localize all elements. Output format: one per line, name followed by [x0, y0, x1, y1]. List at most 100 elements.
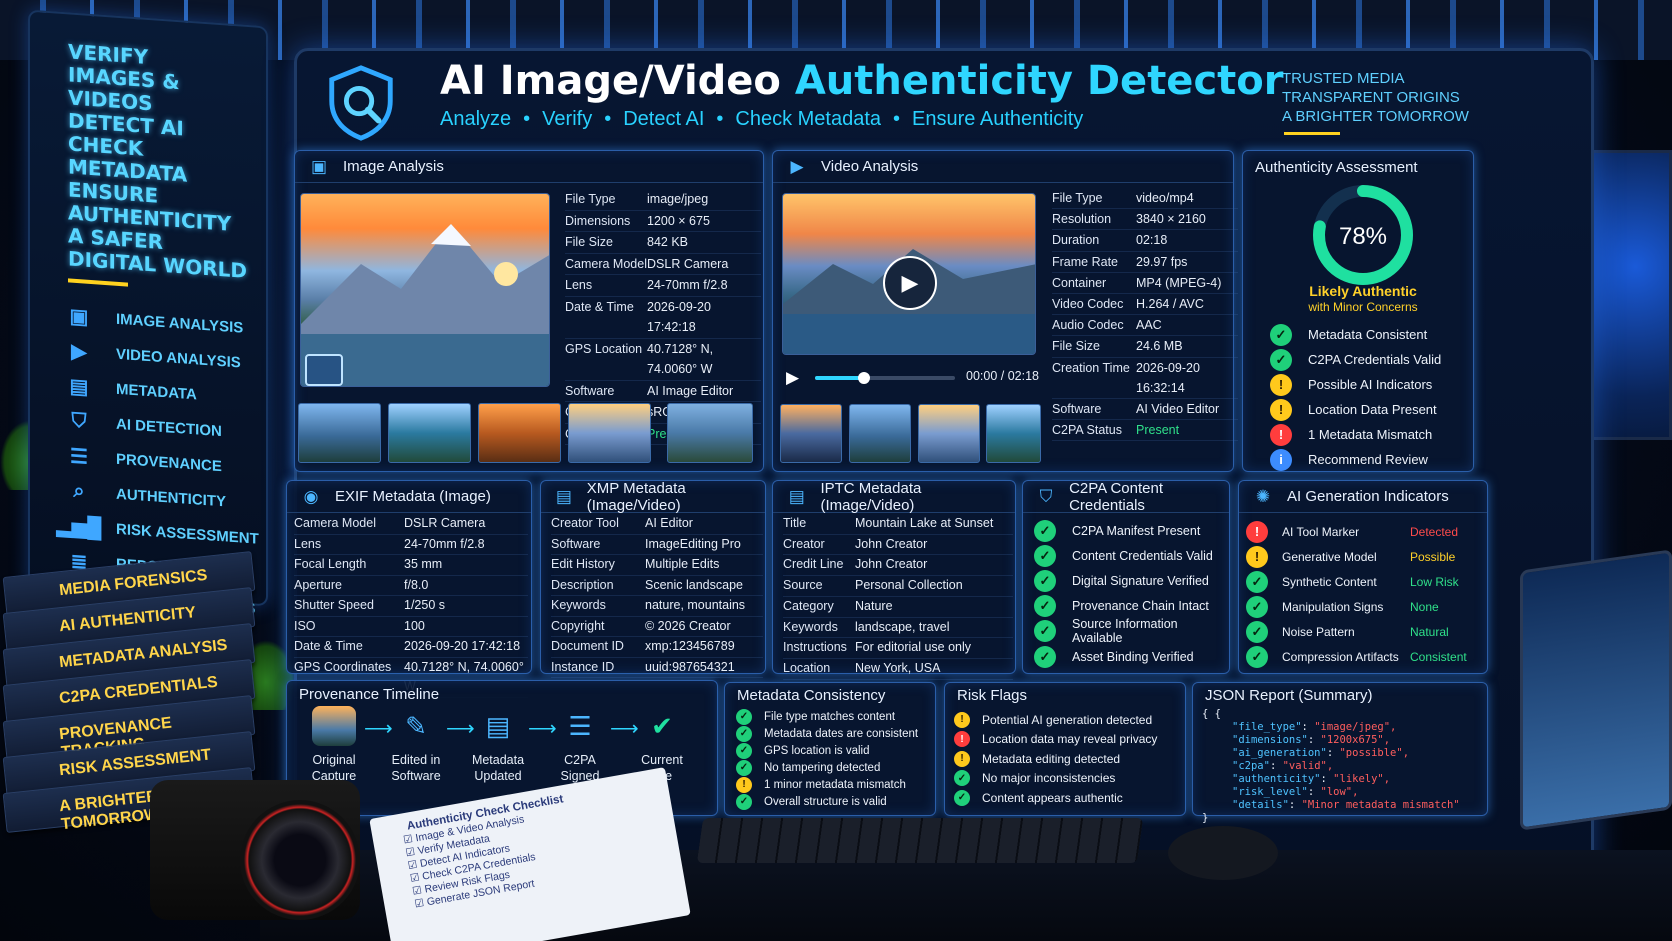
database-icon: ☰: [568, 711, 592, 741]
video-play-control-icon[interactable]: ▶: [786, 368, 799, 388]
property-row: Video Codec H.264 / AVC: [1052, 294, 1238, 316]
play-icon: ▶: [71, 340, 87, 364]
property-key: ISO: [294, 618, 316, 633]
property-key: Instructions: [783, 640, 847, 655]
check-label: Metadata editing detected: [982, 751, 1121, 766]
property-row: Lens 24-70mm f/2.8: [565, 275, 761, 297]
json-value: "Minor metadata mismatch": [1301, 799, 1460, 811]
check-icon: ✓: [1246, 570, 1268, 593]
info-icon: i: [1270, 448, 1292, 471]
image-thumbnail[interactable]: [388, 403, 471, 463]
xmp-list: Creator Tool AI Editor Software ImageEditin…: [551, 514, 763, 678]
subtitle-word: Ensure Authenticity: [912, 108, 1084, 130]
check-icon: ✓: [1034, 595, 1056, 618]
property-row: Camera Model DSLR Camera: [565, 254, 761, 275]
property-key: Software: [565, 383, 615, 398]
check-item: ✓ Overall structure is valid: [736, 793, 936, 810]
ai-indicators-header: ✺ AI Generation Indicators: [1239, 481, 1487, 513]
check-icon: ✓: [1034, 620, 1056, 643]
property-key: GPS Location: [565, 341, 643, 356]
video-camera-icon: ▶: [790, 156, 804, 176]
image-thumbnail[interactable]: [298, 403, 381, 463]
property-value: uuid:987654321: [645, 659, 735, 674]
step-label-line: Original: [312, 753, 356, 767]
video-progress-fill: [815, 376, 864, 380]
check-label: Potential AI generation detected: [982, 712, 1153, 727]
property-value: Multiple Edits: [645, 557, 720, 571]
video-time: 00:00 / 02:18: [966, 369, 1039, 383]
json-key: "file_type": [1232, 721, 1302, 733]
property-value: image/jpeg: [647, 192, 709, 206]
property-value: 24.6 MB: [1136, 339, 1183, 354]
property-row: Instance ID uuid:987654321: [551, 658, 763, 678]
ai-indicator-row: ✓ Compression Artifacts Consistent: [1246, 644, 1482, 669]
photo-icon: [312, 706, 356, 746]
json-key: "authenticity": [1232, 773, 1321, 785]
check-label: C2PA Credentials Valid: [1308, 352, 1442, 367]
step-label-line: Software: [391, 769, 441, 783]
subtitle-word: Analyze: [440, 108, 512, 130]
video-frame-thumbnail[interactable]: [849, 404, 911, 463]
ai-indicator-row: ! AI Tool Marker Detected: [1246, 519, 1482, 544]
property-value: For editorial use only: [855, 640, 972, 655]
json-key: "details": [1232, 799, 1289, 811]
error-icon: !: [954, 731, 970, 748]
image-analysis-header: ▣ Image Analysis: [295, 151, 763, 183]
property-value: AI Image Editor: [647, 383, 734, 398]
json-key: "risk_level": [1232, 786, 1308, 798]
check-label: 1 minor metadata mismatch: [764, 778, 906, 791]
property-key: Copyright: [551, 618, 605, 633]
sidebar-accent-bar: [68, 278, 128, 287]
iptc-title: IPTC Metadata (Image/Video): [820, 479, 922, 514]
check-label: Content appears authentic: [982, 790, 1123, 805]
image-thumbnail[interactable]: [568, 403, 651, 463]
property-key: Instance ID: [551, 659, 615, 674]
keyboard: [696, 818, 1144, 863]
property-key: Date & Time: [294, 639, 363, 653]
document-icon: ▤: [69, 375, 89, 399]
sidebar-item-label: RISK ASSESSMENT: [116, 520, 259, 548]
risk-header: Risk Flags: [945, 683, 1185, 707]
video-progress-knob[interactable]: [858, 372, 870, 384]
property-row: File Type video/mp4: [1052, 188, 1238, 210]
xmp-header: ▤ XMP Metadata (Image/Video): [541, 480, 765, 514]
analyzed-image-preview[interactable]: [300, 193, 550, 387]
video-preview[interactable]: ▶: [782, 193, 1036, 355]
video-progress-track[interactable]: [815, 372, 955, 384]
property-key: Creation Time: [1052, 360, 1130, 375]
check-label: Location Data Present: [1308, 402, 1437, 417]
provenance-header: Provenance Timeline: [287, 681, 717, 707]
image-analysis-title: Image Analysis: [343, 158, 444, 175]
property-key: Source: [783, 578, 823, 593]
mouse: [1168, 826, 1278, 880]
sidebar-slogan: VERIFY IMAGES & VIDEOS DETECT AI CHECK META…: [30, 12, 266, 285]
check-label: Digital Signature Verified: [1072, 573, 1209, 588]
property-value: Scenic landscape: [645, 577, 743, 592]
property-row: Camera Model DSLR Camera: [294, 514, 528, 535]
check-item: ! 1 Metadata Mismatch: [1270, 422, 1470, 447]
database-icon: ☰: [70, 445, 88, 469]
play-button[interactable]: ▶: [883, 256, 937, 310]
video-frame-thumbnail[interactable]: [918, 404, 980, 463]
json-value: "1200x675",: [1320, 734, 1391, 746]
consistency-checklist: ✓ File type matches content ✓ Metadata date…: [736, 708, 936, 810]
app-title-main: AI Image/Video: [440, 58, 781, 104]
check-item: ✓ Provenance Chain Intact: [1034, 594, 1228, 619]
video-frame-thumbnail[interactable]: [986, 404, 1041, 463]
check-item: ✓ No major inconsistencies: [954, 769, 1184, 789]
tagline-line: TRANSPARENT ORIGINS: [1282, 89, 1460, 106]
image-thumbnail[interactable]: [478, 403, 561, 463]
video-frame-thumbnail[interactable]: [780, 404, 842, 463]
check-item: ✓ Source Information Available: [1034, 617, 1228, 645]
property-row: Shutter Speed 1/250 s: [294, 596, 528, 617]
property-row: Container MP4 (MPEG-4): [1052, 273, 1238, 295]
image-thumbnail[interactable]: [667, 403, 753, 463]
score-label: 78%: [1339, 223, 1387, 250]
check-icon: ✓: [1034, 645, 1056, 668]
property-key: Container: [1052, 275, 1107, 290]
check-item: ✓ Content Credentials Valid: [1034, 543, 1228, 568]
property-row: Keywords nature, mountains: [551, 596, 763, 617]
image-badge-icon: [305, 354, 343, 386]
step-label-line: Edited in: [391, 753, 441, 767]
json-line: "risk_level": "low",: [1202, 786, 1486, 799]
